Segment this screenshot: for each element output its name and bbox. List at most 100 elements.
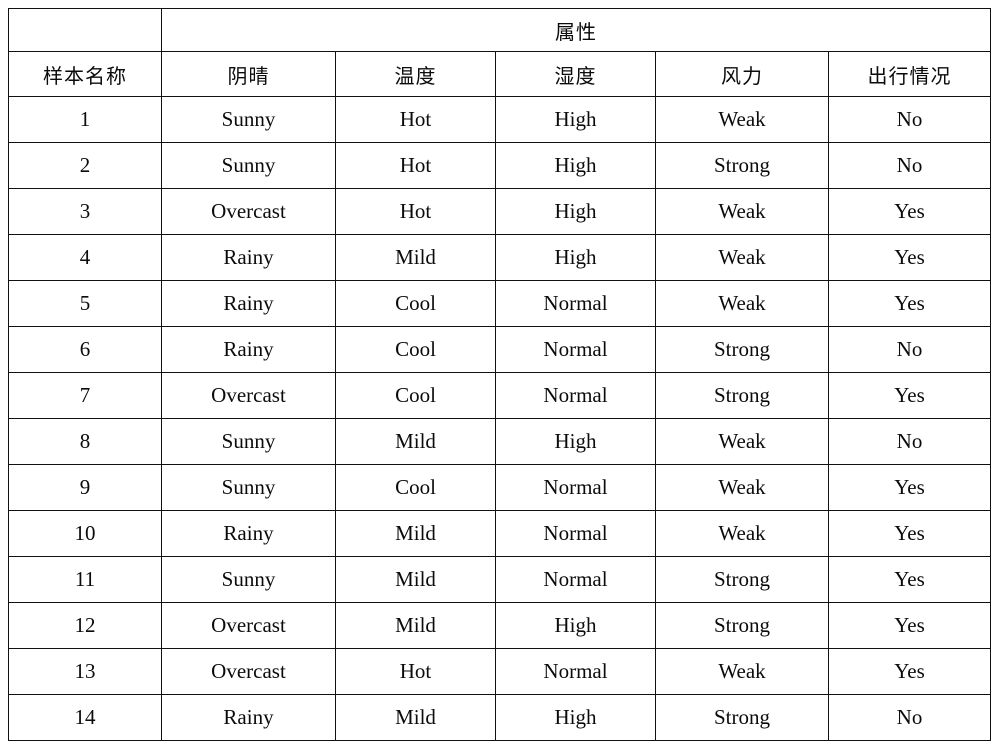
cell-wind: Strong <box>655 556 829 603</box>
cell-play: Yes <box>827 188 992 235</box>
cell-outlook: Sunny <box>161 418 336 465</box>
cell-outlook: Rainy <box>161 234 336 281</box>
cell-humidity: Normal <box>495 464 656 511</box>
cell-humidity: High <box>495 188 656 235</box>
cell-humidity: High <box>495 418 656 465</box>
cell-wind: Strong <box>655 326 829 373</box>
column-header-outlook: 阴晴 <box>161 51 336 97</box>
cell-temperature: Hot <box>335 188 496 235</box>
table-row: 6 Rainy Cool Normal Strong No <box>8 326 992 373</box>
cell-temperature: Cool <box>335 372 496 419</box>
cell-temperature: Mild <box>335 556 496 603</box>
cell-wind: Weak <box>655 188 829 235</box>
cell-humidity: Normal <box>495 326 656 373</box>
table-row: 10 Rainy Mild Normal Weak Yes <box>8 510 992 557</box>
table-head: 属性 样本名称 阴晴 温度 湿度 风力 出行情况 <box>8 8 992 97</box>
cell-outlook: Sunny <box>161 142 336 189</box>
header-group-attributes: 属性 <box>160 8 992 52</box>
cell-temperature: Mild <box>335 694 496 741</box>
sample-attributes-table: 属性 样本名称 阴晴 温度 湿度 风力 出行情况 1 Sunny Hot High We… <box>8 8 992 741</box>
table-row: 12 Overcast Mild High Strong Yes <box>8 602 992 649</box>
cell-sample: 13 <box>8 648 162 695</box>
cell-temperature: Mild <box>335 510 496 557</box>
cell-outlook: Sunny <box>161 96 336 143</box>
cell-temperature: Mild <box>335 234 496 281</box>
cell-wind: Weak <box>655 418 829 465</box>
cell-temperature: Mild <box>335 418 496 465</box>
cell-outlook: Rainy <box>161 694 336 741</box>
cell-wind: Weak <box>655 648 829 695</box>
cell-sample: 3 <box>8 188 162 235</box>
cell-play: Yes <box>827 234 992 281</box>
cell-humidity: Normal <box>495 556 656 603</box>
cell-humidity: Normal <box>495 510 656 557</box>
cell-wind: Strong <box>655 694 829 741</box>
cell-humidity: High <box>495 96 656 143</box>
column-header-humidity: 湿度 <box>495 51 656 97</box>
cell-wind: Strong <box>655 602 829 649</box>
cell-humidity: High <box>495 602 656 649</box>
table-body: 1 Sunny Hot High Weak No 2 Sunny Hot High Strong No… <box>8 96 992 741</box>
cell-sample: 5 <box>8 280 162 327</box>
table-row: 13 Overcast Hot Normal Weak Yes <box>8 648 992 695</box>
cell-humidity: Normal <box>495 648 656 695</box>
cell-outlook: Rainy <box>161 510 336 557</box>
group-header-row: 属性 <box>8 8 992 52</box>
cell-sample: 10 <box>8 510 162 557</box>
cell-wind: Strong <box>655 142 829 189</box>
cell-temperature: Cool <box>335 464 496 511</box>
cell-outlook: Rainy <box>161 326 336 373</box>
cell-temperature: Hot <box>335 648 496 695</box>
table-row: 11 Sunny Mild Normal Strong Yes <box>8 556 992 603</box>
cell-outlook: Rainy <box>161 280 336 327</box>
cell-sample: 2 <box>8 142 162 189</box>
cell-sample: 8 <box>8 418 162 465</box>
cell-play: Yes <box>827 602 992 649</box>
header-corner-cell <box>8 8 162 52</box>
cell-play: No <box>827 142 992 189</box>
cell-wind: Weak <box>655 510 829 557</box>
cell-outlook: Sunny <box>161 464 336 511</box>
cell-outlook: Sunny <box>161 556 336 603</box>
cell-play: No <box>827 326 992 373</box>
cell-wind: Weak <box>655 464 829 511</box>
cell-sample: 1 <box>8 96 162 143</box>
cell-sample: 7 <box>8 372 162 419</box>
column-header-row: 样本名称 阴晴 温度 湿度 风力 出行情况 <box>8 51 992 97</box>
cell-temperature: Hot <box>335 96 496 143</box>
cell-sample: 4 <box>8 234 162 281</box>
table-row: 9 Sunny Cool Normal Weak Yes <box>8 464 992 511</box>
table-row: 7 Overcast Cool Normal Strong Yes <box>8 372 992 419</box>
cell-play: No <box>827 96 992 143</box>
table-row: 8 Sunny Mild High Weak No <box>8 418 992 465</box>
cell-play: Yes <box>827 556 992 603</box>
cell-sample: 6 <box>8 326 162 373</box>
cell-temperature: Mild <box>335 602 496 649</box>
cell-sample: 12 <box>8 602 162 649</box>
cell-play: No <box>827 694 992 741</box>
table-row: 4 Rainy Mild High Weak Yes <box>8 234 992 281</box>
table-row: 2 Sunny Hot High Strong No <box>8 142 992 189</box>
cell-wind: Weak <box>655 280 829 327</box>
cell-humidity: Normal <box>495 372 656 419</box>
cell-temperature: Cool <box>335 280 496 327</box>
column-header-temperature: 温度 <box>335 51 496 97</box>
cell-play: No <box>827 418 992 465</box>
cell-humidity: High <box>495 234 656 281</box>
cell-humidity: High <box>495 142 656 189</box>
cell-wind: Strong <box>655 372 829 419</box>
cell-play: Yes <box>827 372 992 419</box>
table-row: 3 Overcast Hot High Weak Yes <box>8 188 992 235</box>
cell-wind: Weak <box>655 234 829 281</box>
page-canvas: 属性 样本名称 阴晴 温度 湿度 风力 出行情况 1 Sunny Hot High We… <box>0 0 1000 748</box>
cell-wind: Weak <box>655 96 829 143</box>
cell-humidity: Normal <box>495 280 656 327</box>
cell-temperature: Hot <box>335 142 496 189</box>
cell-outlook: Overcast <box>161 648 336 695</box>
column-header-play: 出行情况 <box>827 51 992 97</box>
cell-sample: 9 <box>8 464 162 511</box>
cell-play: Yes <box>827 464 992 511</box>
table-row: 5 Rainy Cool Normal Weak Yes <box>8 280 992 327</box>
cell-play: Yes <box>827 648 992 695</box>
cell-outlook: Overcast <box>161 188 336 235</box>
